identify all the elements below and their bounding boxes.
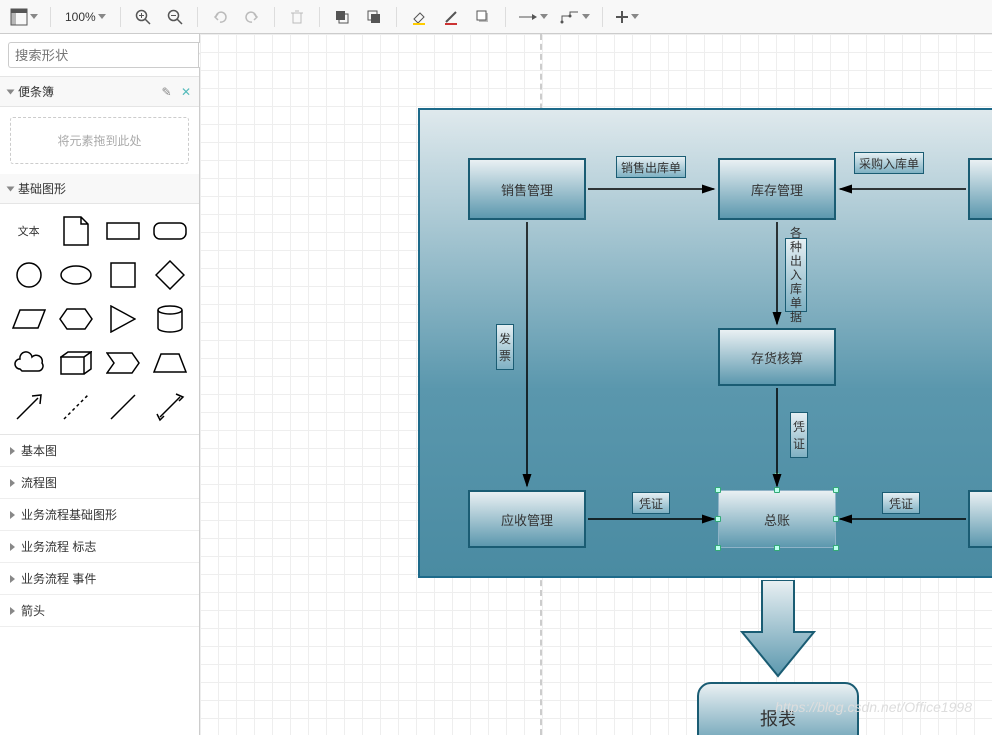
zoom-dropdown[interactable]: 100% (59, 10, 112, 24)
scratchpad-title: 便条簿 (18, 83, 54, 100)
shape-dashed-line[interactable] (57, 390, 94, 424)
delete-button[interactable] (283, 3, 311, 31)
shape-trapezoid[interactable] (152, 346, 189, 380)
zoom-value: 100% (65, 10, 96, 24)
waypoint-style-button[interactable] (556, 10, 594, 24)
shape-categories: 基本图 流程图 业务流程基础图形 业务流程 标志 业务流程 事件 箭头 (0, 434, 199, 627)
to-front-button[interactable] (328, 3, 356, 31)
edit-icon[interactable]: ✎ (162, 85, 172, 99)
diagram-edges (200, 34, 992, 735)
shape-arrow-ne[interactable] (10, 390, 47, 424)
insert-button[interactable] (611, 10, 643, 24)
category-flowchart[interactable]: 流程图 (0, 467, 199, 499)
scratchpad-dropzone[interactable]: 将元素拖到此处 (10, 117, 189, 164)
basic-shapes-header[interactable]: 基础图形 (0, 174, 199, 204)
sidebar-splitter[interactable] (200, 34, 203, 735)
canvas-wrap: 销售管理 库存管理 采购管理 存货核算 应收管理 总账 应付管理 报表 销售出库… (200, 34, 992, 735)
shape-triangle[interactable] (105, 302, 142, 336)
basic-shapes-title: 基础图形 (18, 180, 66, 197)
connection-style-button[interactable] (514, 10, 552, 24)
shape-palette: 文本 (0, 204, 199, 434)
shape-diamond[interactable] (152, 258, 189, 292)
shape-cylinder[interactable] (152, 302, 189, 336)
sidebar: 便条簿 ✎ ✕ 将元素拖到此处 基础图形 文本 (0, 34, 200, 735)
close-icon[interactable]: ✕ (181, 85, 191, 99)
shape-square[interactable] (105, 258, 142, 292)
shape-double-arrow[interactable] (152, 390, 189, 424)
shape-ellipse[interactable] (57, 258, 94, 292)
fill-color-button[interactable] (405, 3, 433, 31)
chevron-down-icon (98, 14, 106, 19)
search-bar (0, 34, 199, 77)
shape-cube[interactable] (57, 346, 94, 380)
chevron-icon (7, 186, 15, 191)
shape-parallelogram[interactable] (10, 302, 47, 336)
category-basic[interactable]: 基本图 (0, 435, 199, 467)
category-bpmn-marks[interactable]: 业务流程 标志 (0, 531, 199, 563)
search-input[interactable] (8, 42, 198, 68)
zoom-in-button[interactable] (129, 3, 157, 31)
to-back-button[interactable] (360, 3, 388, 31)
shape-text[interactable]: 文本 (10, 214, 47, 248)
shadow-button[interactable] (469, 3, 497, 31)
category-bpmn-events[interactable]: 业务流程 事件 (0, 563, 199, 595)
big-arrow[interactable] (740, 580, 816, 680)
undo-button[interactable] (206, 3, 234, 31)
main-area: 便条簿 ✎ ✕ 将元素拖到此处 基础图形 文本 (0, 34, 992, 735)
chevron-down-icon (540, 14, 548, 19)
chevron-icon (7, 89, 15, 94)
shape-circle[interactable] (10, 258, 47, 292)
shape-note[interactable] (57, 214, 94, 248)
shape-roundrect[interactable] (152, 214, 189, 248)
category-bpmn-basic[interactable]: 业务流程基础图形 (0, 499, 199, 531)
category-arrows[interactable]: 箭头 (0, 595, 199, 627)
watermark: https://blog.csdn.net/Office1998 (775, 699, 972, 715)
zoom-out-button[interactable] (161, 3, 189, 31)
shape-cloud[interactable] (10, 346, 47, 380)
chevron-down-icon (631, 14, 639, 19)
chevron-down-icon (582, 14, 590, 19)
shape-rect[interactable] (105, 214, 142, 248)
canvas[interactable]: 销售管理 库存管理 采购管理 存货核算 应收管理 总账 应付管理 报表 销售出库… (200, 34, 992, 735)
chevron-down-icon (30, 14, 38, 19)
line-color-button[interactable] (437, 3, 465, 31)
view-selector[interactable] (6, 8, 42, 26)
redo-button[interactable] (238, 3, 266, 31)
scratchpad-header[interactable]: 便条簿 ✎ ✕ (0, 77, 199, 107)
shape-hexagon[interactable] (57, 302, 94, 336)
toolbar: 100% (0, 0, 992, 34)
shape-line[interactable] (105, 390, 142, 424)
shape-step[interactable] (105, 346, 142, 380)
